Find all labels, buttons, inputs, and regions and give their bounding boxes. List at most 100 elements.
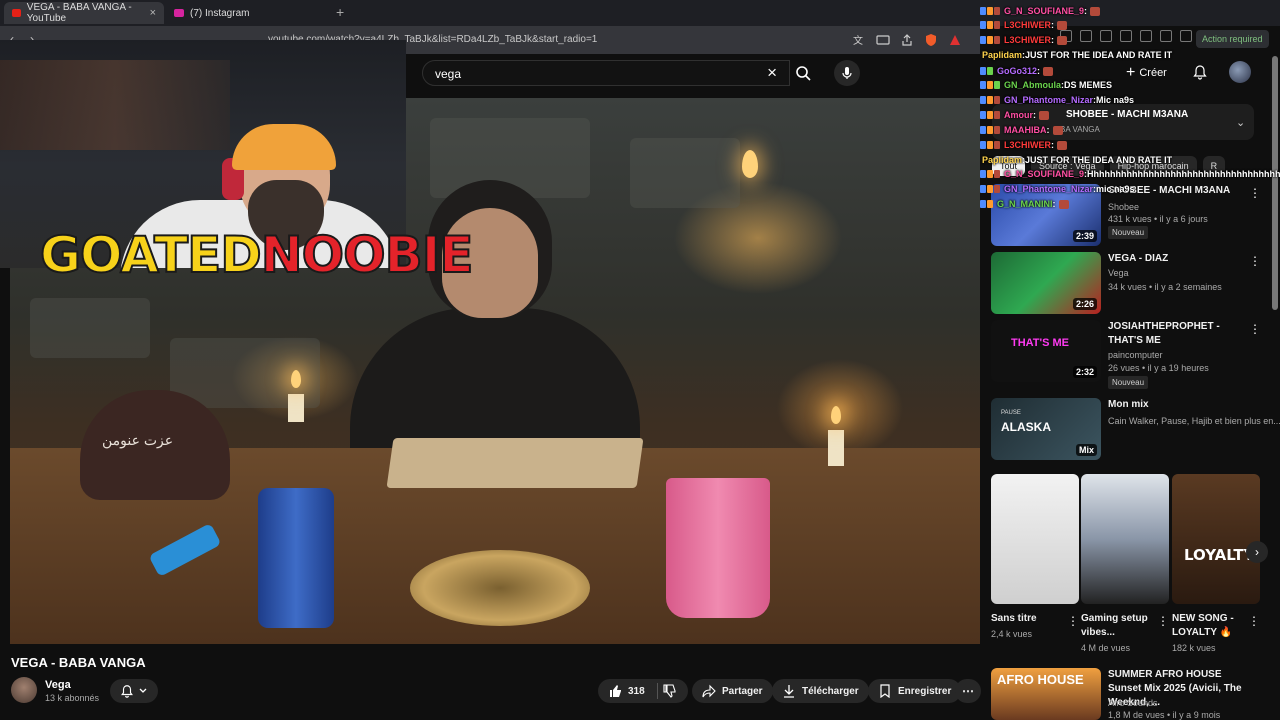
short-item[interactable]: LOYALTY NEW SONG - LOYALTY 🔥 182 k vues … xyxy=(1172,474,1260,653)
video-meta: 1,8 M de vues • il y a 9 mois xyxy=(1108,710,1221,720)
recommendation-item[interactable]: AFRO HOUSE SUMMER AFRO HOUSE Sunset Mix … xyxy=(991,668,1271,720)
download-button[interactable]: Télécharger xyxy=(772,679,869,703)
new-badge: Nouveau xyxy=(1108,226,1149,239)
chat-username: Paplidam xyxy=(982,155,1023,165)
chat-username: G_N_SOUFIANE_9 xyxy=(1004,169,1085,179)
chat-badge-icon xyxy=(987,21,993,29)
chat-emote-icon xyxy=(1057,35,1067,45)
thumbs-up-icon xyxy=(610,685,621,697)
chat-text: JUST FOR THE IDEA AND RATE IT xyxy=(1025,50,1173,60)
chat-message: Paplidam: JUST FOR THE IDEA AND RATE IT xyxy=(982,48,1172,62)
video-thumbnail: PAUSE ALASKA Mix xyxy=(991,398,1101,460)
short-views: 2,4 k vues xyxy=(991,629,1033,639)
more-vertical-icon[interactable]: ⋮ xyxy=(1157,614,1169,628)
chat-badge-icon xyxy=(980,36,986,44)
webcam-cap xyxy=(232,124,336,170)
dislike-button[interactable] xyxy=(656,679,682,703)
more-vertical-icon[interactable]: ⋮ xyxy=(1249,254,1261,268)
search-button[interactable] xyxy=(786,60,820,86)
chat-text: JUST FOR THE IDEA AND RATE IT xyxy=(1025,155,1173,165)
tab-youtube[interactable]: VEGA - BABA VANGA - YouTube × xyxy=(4,2,164,24)
chat-text: Hhhhhhhhhhhhhhhhhhhhhhhhhhhhhhhhhhhhhhhh… xyxy=(1087,169,1280,179)
video-thumbnail: 2:26 xyxy=(991,252,1101,314)
short-item[interactable]: Gaming setup vibes... 4 M de vues ⋮ xyxy=(1081,474,1169,653)
chat-badge-icon xyxy=(987,111,993,119)
chat-message: MAAHIBA: xyxy=(980,123,1063,137)
video-duration: 2:39 xyxy=(1072,230,1097,242)
webcam-shelf xyxy=(0,60,230,150)
chat-badge-icon xyxy=(994,111,1000,119)
streamer-logo: GOATEDNOOBIE xyxy=(39,225,475,285)
short-thumbnail: LOYALTY xyxy=(1172,474,1260,604)
chat-text: mic na9s xyxy=(1096,184,1135,194)
chat-badge-icon xyxy=(980,200,986,208)
short-views: 182 k vues xyxy=(1172,643,1216,653)
address-bar-icons: 文 xyxy=(852,33,962,47)
share-button[interactable]: Partager xyxy=(692,679,773,703)
chevron-down-icon xyxy=(139,688,147,693)
more-actions-button[interactable]: ⋯ xyxy=(955,679,981,703)
chat-message: GN_Abmoula: DS MEMES xyxy=(980,78,1112,92)
brave-rewards-icon[interactable] xyxy=(948,33,962,47)
chat-username: GN_Phantome_Nizar xyxy=(1004,95,1094,105)
chat-message: Amour: xyxy=(980,108,1049,122)
chat-message: G_N_MANINI: xyxy=(980,197,1069,211)
voice-search-button[interactable] xyxy=(834,60,860,86)
video-title: Mon mix xyxy=(1108,399,1149,410)
search-icon xyxy=(796,66,811,81)
chevron-right-icon: › xyxy=(1255,545,1259,559)
chat-colon: : xyxy=(1052,199,1056,209)
video-scene-candle xyxy=(828,430,844,466)
video-scene-candle xyxy=(288,394,304,422)
short-title: NEW SONG - LOYALTY 🔥 xyxy=(1172,613,1234,638)
chat-emote-icon xyxy=(1043,66,1054,76)
chat-message: GN_Phantome_Nizar: mic na9s xyxy=(980,182,1135,196)
tab-instagram[interactable]: (7) Instagram xyxy=(166,2,326,24)
chat-message: G_N_SOUFIANE_9: xyxy=(980,4,1101,18)
video-title: JOSIAHTHEPROPHET - THAT'S ME xyxy=(1108,321,1220,346)
video-scene-stone xyxy=(430,118,590,198)
chat-badge-icon xyxy=(980,67,986,75)
chat-badge-icon xyxy=(987,170,993,178)
share-page-icon[interactable] xyxy=(900,33,914,47)
more-vertical-icon[interactable]: ⋮ xyxy=(1248,614,1260,628)
video-channel: Vega xyxy=(1108,268,1129,278)
close-tab-icon[interactable]: × xyxy=(150,7,156,19)
recommendation-item[interactable]: 2:26 VEGA - DIAZ Vega 34 k vues • il y a… xyxy=(991,252,1271,330)
brave-shield-icon[interactable] xyxy=(924,33,938,47)
tab-title: VEGA - BABA VANGA - YouTube xyxy=(26,2,132,24)
short-thumbnail xyxy=(991,474,1079,604)
short-thumbnail xyxy=(1081,474,1169,604)
channel-avatar[interactable] xyxy=(11,677,37,703)
shorts-next-button[interactable]: › xyxy=(1246,541,1268,563)
video-scene-flame xyxy=(291,370,301,388)
video-thumbnail: AFRO HOUSE xyxy=(991,668,1101,720)
more-vertical-icon[interactable]: ⋮ xyxy=(1067,614,1079,628)
more-vertical-icon[interactable]: ⋮ xyxy=(1249,322,1261,336)
chat-badge-icon xyxy=(980,126,986,134)
clear-search-icon[interactable]: × xyxy=(767,63,777,83)
video-channel: Afro Sounds xyxy=(1108,698,1158,708)
chat-emote-icon xyxy=(1039,110,1049,120)
chat-username: MAAHIBA xyxy=(1004,125,1047,135)
video-scene-bulb xyxy=(742,150,758,178)
video-meta: 34 k vues • il y a 2 semaines xyxy=(1108,282,1222,292)
chat-username: L3CHIWER xyxy=(1004,140,1051,150)
chat-badge-icon xyxy=(994,96,1000,104)
save-button[interactable]: Enregistrer xyxy=(868,679,962,703)
translate-icon[interactable]: 文 xyxy=(852,33,866,47)
new-tab-button[interactable]: + xyxy=(336,4,344,20)
chat-badge-icon xyxy=(994,141,1000,149)
chat-username: GN_Phantome_Nizar xyxy=(1004,184,1094,194)
subscription-bell-button[interactable] xyxy=(110,679,158,703)
chat-message: G_N_SOUFIANE_9: Hhhhhhhhhhhhhhhhhhhhhhhh… xyxy=(980,167,1280,181)
search-input[interactable]: vega × xyxy=(422,60,790,86)
tab-title: (7) Instagram xyxy=(190,7,250,19)
short-item[interactable]: Sans titre 2,4 k vues ⋮ xyxy=(991,474,1079,639)
recommendation-item[interactable]: PAUSE ALASKA Mix Mon mix Cain Walker, Pa… xyxy=(991,398,1280,476)
chat-username: Amour xyxy=(1004,110,1033,120)
chat-message: L3CHIWER: xyxy=(980,18,1067,32)
recommendation-item[interactable]: THAT'S ME 2:32 JOSIAHTHEPROPHET - THAT'S… xyxy=(991,320,1271,398)
cast-icon[interactable] xyxy=(876,33,890,47)
channel-name[interactable]: Vega xyxy=(45,679,71,691)
